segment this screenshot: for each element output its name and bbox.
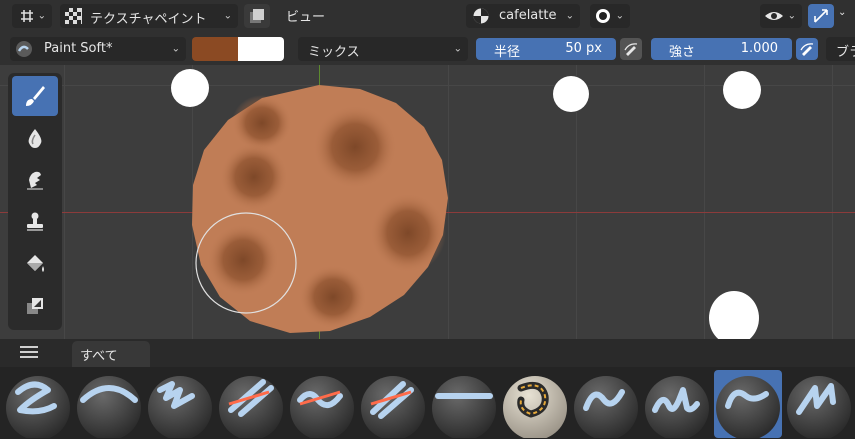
brush-preview-icon [6, 376, 70, 438]
pen-pressure-icon [624, 43, 638, 56]
paint-spot [370, 193, 446, 273]
brush-name: Paint Soft* [44, 41, 113, 56]
overflow-menu[interactable]: ブラ [826, 37, 855, 61]
stamp-icon [27, 212, 43, 231]
tool-mask[interactable] [12, 286, 58, 326]
brush-thumbnail[interactable] [146, 370, 214, 438]
chevron-down-icon: ⌄ [565, 10, 574, 22]
chevron-down-icon: ⌄ [171, 43, 180, 55]
chevron-down-icon: ⌄ [453, 43, 462, 55]
smear-icon [27, 171, 43, 190]
paint-spot [299, 265, 367, 329]
shading-mode-menu[interactable]: ⌄ [590, 4, 630, 28]
layer-toggle-button[interactable] [244, 4, 270, 28]
brush-preview-icon [503, 376, 567, 438]
strength-value: 1.000 [740, 41, 778, 56]
blend-mode-value: ミックス [308, 45, 360, 60]
tool-palette [8, 73, 62, 330]
primary-color-swatch[interactable] [192, 37, 238, 61]
brush-thumbnail[interactable] [785, 370, 853, 438]
blend-mode-select[interactable]: ミックス ⌄ [298, 37, 468, 61]
material-selector[interactable]: cafelatte ⌄ [466, 4, 580, 28]
tool-clone[interactable] [12, 202, 58, 242]
radius-value: 50 px [565, 41, 602, 56]
gizmo-icon [814, 9, 828, 23]
paint-spot [220, 143, 288, 211]
brush-preview-icon [16, 41, 32, 57]
material-name: cafelatte [499, 8, 557, 23]
brush-selector[interactable]: Paint Soft* ⌄ [10, 37, 186, 61]
paint-spot [207, 224, 279, 296]
hamburger-menu-icon[interactable] [20, 345, 40, 359]
paint-spot [232, 95, 292, 151]
brush-preview-icon [716, 376, 780, 438]
brush-thumbnail[interactable] [572, 370, 640, 438]
brush-thumbnail-selected[interactable] [714, 370, 782, 438]
radius-slider[interactable]: 半径 50 px [476, 38, 616, 60]
brush-preview-icon [219, 376, 283, 438]
eye-icon [765, 12, 783, 20]
tool-smear[interactable] [12, 160, 58, 200]
chevron-down-icon: ⌄ [223, 10, 232, 22]
annotation-marker [171, 69, 209, 107]
radius-pressure-button[interactable] [620, 38, 642, 60]
layers-icon [250, 9, 264, 23]
brush-preview-icon [77, 376, 141, 438]
circle-icon [596, 9, 610, 23]
brush-preview-icon [787, 376, 851, 438]
brush-thumbnail[interactable] [501, 370, 569, 438]
radius-label: 半径 [494, 45, 521, 60]
pen-pressure-icon [800, 43, 814, 56]
brush-thumbnail[interactable] [288, 370, 356, 438]
tool-fill[interactable] [12, 244, 58, 284]
brush-thumbnail[interactable] [430, 370, 498, 438]
gizmo-toggle[interactable] [808, 4, 834, 28]
brush-thumbnail[interactable] [4, 370, 72, 438]
overflow-label: ブラ [836, 45, 855, 60]
brush-preview-icon [432, 376, 496, 438]
chevron-down-icon: ⌄ [37, 10, 46, 22]
brush-preview-icon [645, 376, 709, 438]
brush-thumbnail[interactable] [643, 370, 711, 438]
brush-preview-icon [574, 376, 638, 438]
chevron-down-icon[interactable]: ⌄ [838, 7, 846, 18]
editor-type-menu[interactable]: テクスチャペイント ⌄ [60, 4, 238, 28]
strength-slider[interactable]: 強さ 1.000 [651, 38, 792, 60]
material-sphere-icon [473, 8, 489, 24]
brush-icon [26, 86, 45, 106]
brush-thumbnail[interactable] [217, 370, 285, 438]
chevron-down-icon: ⌄ [615, 10, 624, 22]
mask-icon [27, 298, 43, 314]
chevron-down-icon: ⌄ [787, 10, 796, 22]
checker-icon [65, 8, 82, 24]
tool-blur[interactable] [12, 118, 58, 158]
drop-icon [28, 129, 42, 148]
strength-label: 強さ [669, 45, 696, 60]
brush-thumbnail[interactable] [359, 370, 427, 438]
pin-icon [21, 10, 33, 22]
brush-preview-icon [148, 376, 212, 438]
strength-pressure-button[interactable] [796, 38, 818, 60]
tab-label: すべて [80, 349, 118, 364]
brush-thumbnail[interactable] [75, 370, 143, 438]
tool-paint-brush[interactable] [12, 76, 58, 116]
editor-type-label: テクスチャペイント [90, 12, 207, 27]
secondary-color-swatch[interactable] [238, 37, 284, 61]
brush-preview-icon [290, 376, 354, 438]
tab-all[interactable]: すべて [72, 341, 150, 367]
brush-preview-icon [361, 376, 425, 438]
paint-spot [313, 105, 397, 189]
editor-mode-menu[interactable]: ⌄ [12, 4, 52, 28]
view-menu-label: ビュー [286, 10, 326, 25]
annotation-marker [723, 71, 761, 109]
annotation-marker [553, 76, 589, 112]
visibility-menu[interactable]: ⌄ [760, 4, 802, 28]
view-menu[interactable]: ビュー [286, 6, 325, 25]
bucket-icon [27, 255, 44, 272]
